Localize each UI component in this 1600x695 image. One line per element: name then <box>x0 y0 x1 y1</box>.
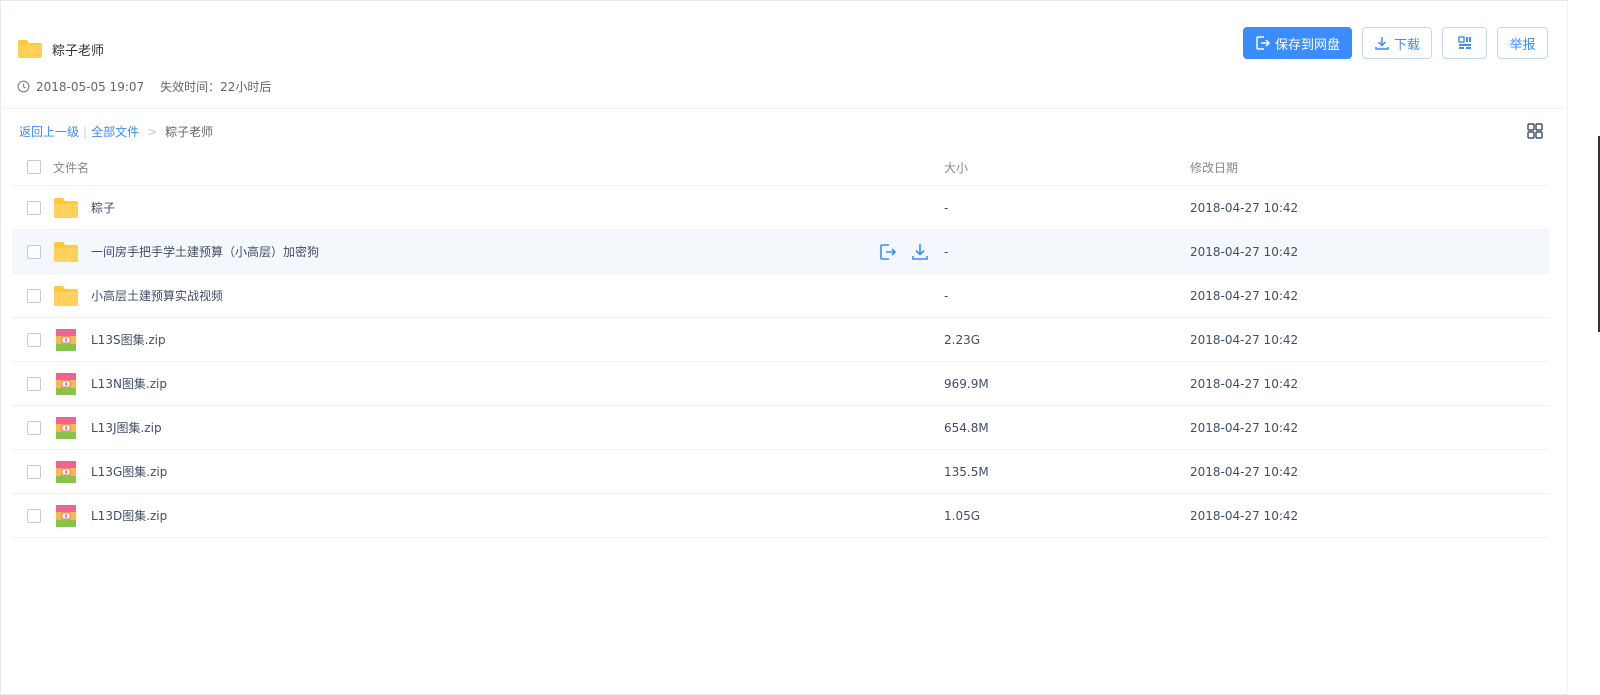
row-name-cell: 一间房手把手学土建预算（小高层）加密狗 <box>12 241 929 263</box>
folder-icon <box>54 241 78 262</box>
row-name-cell: 小高层土建预算实战视频 <box>12 285 929 307</box>
table-row[interactable]: L13D图集.zip 1.05G 2018-04-27 10:42 <box>12 494 1549 538</box>
row-name-cell: L13S图集.zip <box>12 328 929 352</box>
header-date: 修改日期 <box>1190 160 1239 175</box>
file-table-header: 文件名 大小 修改日期 <box>12 149 1549 186</box>
file-name-link[interactable]: L13S图集.zip <box>91 331 166 348</box>
file-date: 2018-04-27 10:42 <box>1190 376 1299 391</box>
file-size: - <box>944 244 949 259</box>
row-name-cell: L13G图集.zip <box>12 460 929 484</box>
file-size: - <box>944 200 949 215</box>
file-size: - <box>944 288 949 303</box>
folder-icon <box>54 285 78 306</box>
breadcrumb: 返回上一级 | 全部文件 > 粽子老师 <box>19 123 213 140</box>
table-row[interactable]: 小高层土建预算实战视频 - 2018-04-27 10:42 <box>12 274 1549 318</box>
file-size: 654.8M <box>944 420 989 435</box>
row-actions <box>878 242 930 262</box>
header-name-cell: 文件名 <box>12 159 929 176</box>
table-row[interactable]: L13N图集.zip 969.9M 2018-04-27 10:42 <box>12 362 1549 406</box>
breadcrumb-separator: | <box>83 124 88 139</box>
report-button[interactable]: 举报 <box>1497 27 1548 59</box>
file-name-link[interactable]: 粽子 <box>91 199 115 216</box>
table-row[interactable]: 一间房手把手学土建预算（小高层）加密狗 - 2018-04-27 10:42 <box>12 230 1549 274</box>
share-actions: 保存到网盘 下载 举报 <box>1242 27 1548 59</box>
file-name-link[interactable]: 一间房手把手学土建预算（小高层）加密狗 <box>91 243 319 260</box>
file-date: 2018-04-27 10:42 <box>1190 420 1299 435</box>
folder-icon <box>54 197 78 218</box>
row-name-cell: L13N图集.zip <box>12 372 929 396</box>
save-icon[interactable] <box>878 242 898 262</box>
file-date: 2018-04-27 10:42 <box>1190 288 1299 303</box>
table-row[interactable]: L13G图集.zip 135.5M 2018-04-27 10:42 <box>12 450 1549 494</box>
share-panel: 粽子老师 2018-05-05 19:07 失效时间：22小时后 保存到网盘 下… <box>0 0 1568 695</box>
folder-icon <box>18 40 42 58</box>
zip-file-icon <box>56 372 76 395</box>
share-meta: 2018-05-05 19:07 失效时间：22小时后 <box>17 78 271 95</box>
table-row[interactable]: 粽子 - 2018-04-27 10:42 <box>12 186 1549 230</box>
breadcrumb-current: 粽子老师 <box>165 125 214 139</box>
download-button[interactable]: 下载 <box>1361 27 1432 59</box>
breadcrumb-back-link[interactable]: 返回上一级 <box>19 123 79 140</box>
select-all-checkbox[interactable] <box>27 160 41 174</box>
file-size: 1.05G <box>944 508 981 523</box>
zip-file-icon <box>56 504 76 527</box>
qrcode-icon <box>1457 36 1471 49</box>
zip-file-icon <box>56 416 76 439</box>
file-date: 2018-04-27 10:42 <box>1190 244 1299 259</box>
download-icon[interactable] <box>910 242 930 262</box>
file-date: 2018-04-27 10:42 <box>1190 332 1299 347</box>
clock-icon <box>17 80 30 93</box>
download-icon <box>1375 37 1389 50</box>
header-name: 文件名 <box>53 160 90 175</box>
grid-view-icon[interactable] <box>1527 123 1543 139</box>
breadcrumb-all-files-link[interactable]: 全部文件 <box>91 123 139 140</box>
row-checkbox[interactable] <box>27 376 41 391</box>
qrcode-button[interactable] <box>1442 27 1487 59</box>
save-button-label: 保存到网盘 <box>1274 37 1340 53</box>
row-checkbox[interactable] <box>27 332 41 347</box>
row-name-cell: L13J图集.zip <box>12 416 929 440</box>
row-checkbox[interactable] <box>27 464 41 479</box>
file-name-link[interactable]: L13D图集.zip <box>91 507 167 524</box>
row-checkbox[interactable] <box>27 420 41 435</box>
row-name-cell: L13D图集.zip <box>12 504 929 528</box>
share-title: 粽子老师 <box>52 43 105 59</box>
file-size: 135.5M <box>944 464 989 479</box>
zip-file-icon <box>56 328 76 351</box>
breadcrumb-arrow: > <box>147 124 158 139</box>
download-button-label: 下载 <box>1393 37 1420 53</box>
file-date: 2018-04-27 10:42 <box>1190 200 1299 215</box>
header-size: 大小 <box>944 160 969 175</box>
file-size: 2.23G <box>944 332 981 347</box>
file-date: 2018-04-27 10:42 <box>1190 464 1299 479</box>
row-checkbox[interactable] <box>27 508 41 523</box>
share-expire-time: 失效时间：22小时后 <box>160 80 272 94</box>
row-checkbox[interactable] <box>27 200 41 215</box>
report-button-label: 举报 <box>1509 37 1536 53</box>
file-name-link[interactable]: 小高层土建预算实战视频 <box>91 287 223 304</box>
table-row[interactable]: L13J图集.zip 654.8M 2018-04-27 10:42 <box>12 406 1549 450</box>
row-name-cell: 粽子 <box>12 197 929 219</box>
file-name-link[interactable]: L13N图集.zip <box>91 375 167 392</box>
share-header: 粽子老师 2018-05-05 19:07 失效时间：22小时后 保存到网盘 下… <box>1 1 1568 109</box>
share-created-time: 2018-05-05 19:07 <box>36 79 145 94</box>
file-name-link[interactable]: L13J图集.zip <box>91 419 162 436</box>
file-name-link[interactable]: L13G图集.zip <box>91 463 167 480</box>
row-checkbox[interactable] <box>27 288 41 303</box>
file-date: 2018-04-27 10:42 <box>1190 508 1299 523</box>
share-title-row: 粽子老师 <box>17 39 104 59</box>
file-size: 969.9M <box>944 376 989 391</box>
table-row[interactable]: L13S图集.zip 2.23G 2018-04-27 10:42 <box>12 318 1549 362</box>
row-checkbox[interactable] <box>27 244 41 259</box>
save-icon <box>1256 36 1271 50</box>
page-scrollbar-area <box>1567 0 1600 695</box>
file-table: 文件名 大小 修改日期 粽子 - 2018-04-27 10:42 一间房手把手… <box>12 149 1549 538</box>
save-to-netdisk-button[interactable]: 保存到网盘 <box>1242 27 1352 59</box>
zip-file-icon <box>56 460 76 483</box>
